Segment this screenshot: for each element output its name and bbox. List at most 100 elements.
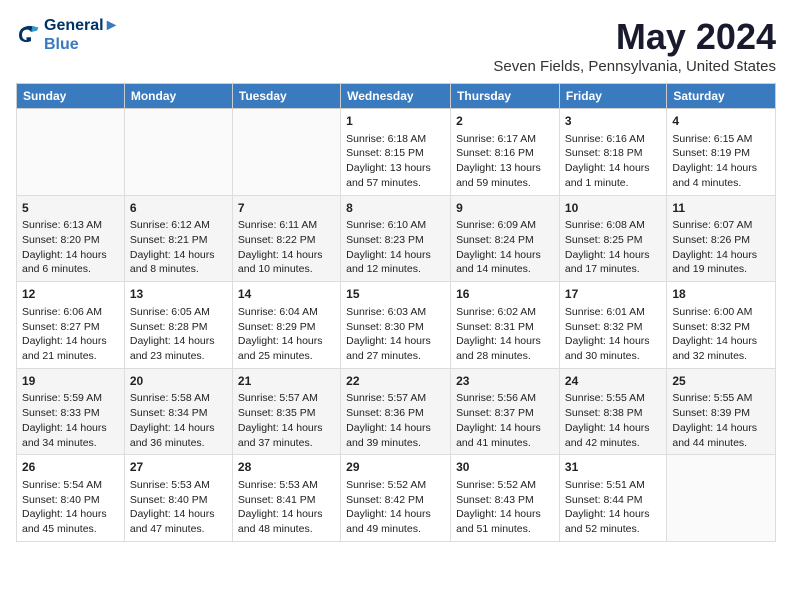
- day-number: 2: [456, 113, 554, 130]
- weekday-header: Thursday: [451, 84, 560, 109]
- calendar-cell: 15 Sunrise: 6:03 AMSunset: 8:30 PMDayligh…: [341, 282, 451, 369]
- logo-icon: [16, 23, 40, 47]
- weekday-header: Saturday: [667, 84, 776, 109]
- day-info: Sunrise: 6:10 AMSunset: 8:23 PMDaylight:…: [346, 218, 445, 277]
- calendar-cell: 6Sunrise: 6:12 AMSunset: 8:21 PMDaylight…: [124, 195, 232, 282]
- calendar-cell: 26Sunrise: 5:54 AMSunset: 8:40 PMDayligh…: [17, 455, 125, 542]
- calendar-cell: 10Sunrise: 6:08 AMSunset: 8:25 PMDayligh…: [559, 195, 666, 282]
- day-number: 30: [456, 459, 554, 476]
- month-title: May 2024: [493, 16, 776, 58]
- day-number: 25: [672, 373, 770, 390]
- day-number: 24: [565, 373, 661, 390]
- calendar-cell: 20Sunrise: 5:58 AMSunset: 8:34 PMDayligh…: [124, 368, 232, 455]
- calendar-cell: 24Sunrise: 5:55 AMSunset: 8:38 PMDayligh…: [559, 368, 666, 455]
- day-info: Sunrise: 5:55 AMSunset: 8:38 PMDaylight:…: [565, 391, 661, 450]
- calendar-week-row: 12 Sunrise: 6:06 AMSunset: 8:27 PMDayligh…: [17, 282, 776, 369]
- calendar-cell: 9Sunrise: 6:09 AMSunset: 8:24 PMDaylight…: [451, 195, 560, 282]
- day-number: 21: [238, 373, 335, 390]
- day-number: 12: [22, 286, 119, 303]
- day-number: 6: [130, 200, 227, 217]
- day-number: 4: [672, 113, 770, 130]
- calendar-cell: 11Sunrise: 6:07 AMSunset: 8:26 PMDayligh…: [667, 195, 776, 282]
- day-info: Sunrise: 6:00 AMSunset: 8:32 PMDaylight:…: [672, 305, 770, 364]
- calendar-cell: 21Sunrise: 5:57 AMSunset: 8:35 PMDayligh…: [232, 368, 340, 455]
- logo: General► Blue: [16, 16, 119, 54]
- calendar-cell: 7Sunrise: 6:11 AMSunset: 8:22 PMDaylight…: [232, 195, 340, 282]
- calendar-cell: 4 Sunrise: 6:15 AMSunset: 8:19 PMDaylight…: [667, 109, 776, 196]
- calendar-cell: 25Sunrise: 5:55 AMSunset: 8:39 PMDayligh…: [667, 368, 776, 455]
- day-info: Sunrise: 5:57 AMSunset: 8:36 PMDaylight:…: [346, 391, 445, 450]
- day-number: 9: [456, 200, 554, 217]
- day-number: 1: [346, 113, 445, 130]
- day-info: Sunrise: 6:08 AMSunset: 8:25 PMDaylight:…: [565, 218, 661, 277]
- calendar-cell: 5Sunrise: 6:13 AMSunset: 8:20 PMDaylight…: [17, 195, 125, 282]
- day-info: Sunrise: 6:16 AMSunset: 8:18 PMDaylight:…: [565, 132, 661, 191]
- day-number: 17: [565, 286, 661, 303]
- day-number: 10: [565, 200, 661, 217]
- calendar-cell: 30 Sunrise: 5:52 AMSunset: 8:43 PMDayligh…: [451, 455, 560, 542]
- day-number: 15: [346, 286, 445, 303]
- calendar-cell: [124, 109, 232, 196]
- day-info: Sunrise: 6:12 AMSunset: 8:21 PMDaylight:…: [130, 218, 227, 277]
- calendar-header: SundayMondayTuesdayWednesdayThursdayFrid…: [17, 84, 776, 109]
- calendar-cell: 28 Sunrise: 5:53 AMSunset: 8:41 PMDayligh…: [232, 455, 340, 542]
- weekday-header: Sunday: [17, 84, 125, 109]
- calendar-cell: [667, 455, 776, 542]
- day-info: Sunrise: 5:57 AMSunset: 8:35 PMDaylight:…: [238, 391, 335, 450]
- calendar-cell: 31 Sunrise: 5:51 AMSunset: 8:44 PMDayligh…: [559, 455, 666, 542]
- calendar-cell: 8Sunrise: 6:10 AMSunset: 8:23 PMDaylight…: [341, 195, 451, 282]
- weekday-header: Friday: [559, 84, 666, 109]
- day-info: Sunrise: 6:18 AMSunset: 8:15 PMDaylight:…: [346, 132, 445, 191]
- calendar-cell: [232, 109, 340, 196]
- day-info: Sunrise: 6:02 AMSunset: 8:31 PMDaylight:…: [456, 305, 554, 364]
- day-info: Sunrise: 5:52 AMSunset: 8:42 PMDaylight:…: [346, 478, 445, 537]
- day-info: Sunrise: 5:54 AMSunset: 8:40 PMDaylight:…: [22, 478, 119, 537]
- day-info: Sunrise: 6:01 AMSunset: 8:32 PMDaylight:…: [565, 305, 661, 364]
- calendar-cell: 2 Sunrise: 6:17 AMSunset: 8:16 PMDaylight…: [451, 109, 560, 196]
- calendar-cell: 16 Sunrise: 6:02 AMSunset: 8:31 PMDayligh…: [451, 282, 560, 369]
- day-info: Sunrise: 6:15 AMSunset: 8:19 PMDaylight:…: [672, 132, 770, 191]
- calendar-cell: 14Sunrise: 6:04 AMSunset: 8:29 PMDayligh…: [232, 282, 340, 369]
- calendar-cell: 3 Sunrise: 6:16 AMSunset: 8:18 PMDaylight…: [559, 109, 666, 196]
- day-info: Sunrise: 6:09 AMSunset: 8:24 PMDaylight:…: [456, 218, 554, 277]
- day-info: Sunrise: 5:59 AMSunset: 8:33 PMDaylight:…: [22, 391, 119, 450]
- day-number: 27: [130, 459, 227, 476]
- day-number: 8: [346, 200, 445, 217]
- day-info: Sunrise: 5:55 AMSunset: 8:39 PMDaylight:…: [672, 391, 770, 450]
- day-info: Sunrise: 5:53 AMSunset: 8:41 PMDaylight:…: [238, 478, 335, 537]
- location-title: Seven Fields, Pennsylvania, United State…: [493, 58, 776, 75]
- day-info: Sunrise: 5:56 AMSunset: 8:37 PMDaylight:…: [456, 391, 554, 450]
- day-info: Sunrise: 5:53 AMSunset: 8:40 PMDaylight:…: [130, 478, 227, 537]
- day-info: Sunrise: 6:17 AMSunset: 8:16 PMDaylight:…: [456, 132, 554, 191]
- day-number: 11: [672, 200, 770, 217]
- day-number: 31: [565, 459, 661, 476]
- calendar-cell: 27 Sunrise: 5:53 AMSunset: 8:40 PMDayligh…: [124, 455, 232, 542]
- title-block: May 2024 Seven Fields, Pennsylvania, Uni…: [493, 16, 776, 75]
- calendar-cell: [17, 109, 125, 196]
- day-info: Sunrise: 6:07 AMSunset: 8:26 PMDaylight:…: [672, 218, 770, 277]
- day-info: Sunrise: 5:52 AMSunset: 8:43 PMDaylight:…: [456, 478, 554, 537]
- day-info: Sunrise: 6:11 AMSunset: 8:22 PMDaylight:…: [238, 218, 335, 277]
- calendar-cell: 12 Sunrise: 6:06 AMSunset: 8:27 PMDayligh…: [17, 282, 125, 369]
- day-info: Sunrise: 6:03 AMSunset: 8:30 PMDaylight:…: [346, 305, 445, 364]
- day-number: 16: [456, 286, 554, 303]
- day-number: 20: [130, 373, 227, 390]
- calendar-table: SundayMondayTuesdayWednesdayThursdayFrid…: [16, 83, 776, 542]
- calendar-cell: 13Sunrise: 6:05 AMSunset: 8:28 PMDayligh…: [124, 282, 232, 369]
- calendar-cell: 17 Sunrise: 6:01 AMSunset: 8:32 PMDayligh…: [559, 282, 666, 369]
- day-number: 28: [238, 459, 335, 476]
- day-info: Sunrise: 5:51 AMSunset: 8:44 PMDaylight:…: [565, 478, 661, 537]
- day-number: 3: [565, 113, 661, 130]
- calendar-week-row: 5Sunrise: 6:13 AMSunset: 8:20 PMDaylight…: [17, 195, 776, 282]
- day-number: 13: [130, 286, 227, 303]
- day-number: 5: [22, 200, 119, 217]
- day-number: 14: [238, 286, 335, 303]
- day-number: 23: [456, 373, 554, 390]
- day-number: 22: [346, 373, 445, 390]
- day-info: Sunrise: 6:06 AMSunset: 8:27 PMDaylight:…: [22, 305, 119, 364]
- calendar-cell: 1 Sunrise: 6:18 AMSunset: 8:15 PMDaylight…: [341, 109, 451, 196]
- page-header: General► Blue May 2024 Seven Fields, Pen…: [16, 16, 776, 75]
- day-info: Sunrise: 5:58 AMSunset: 8:34 PMDaylight:…: [130, 391, 227, 450]
- calendar-cell: 23Sunrise: 5:56 AMSunset: 8:37 PMDayligh…: [451, 368, 560, 455]
- day-number: 7: [238, 200, 335, 217]
